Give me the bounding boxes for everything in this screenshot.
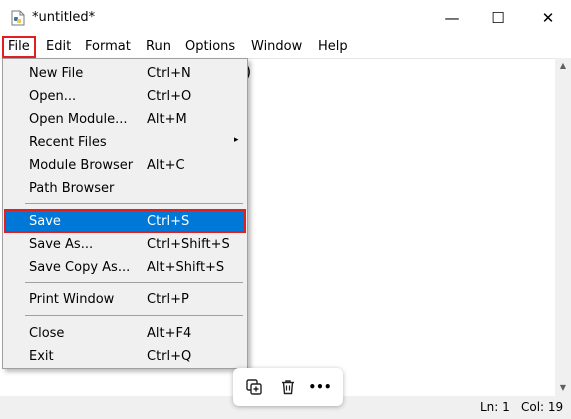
status-line: Ln: 1 <box>480 400 510 414</box>
minimize-button[interactable]: — <box>429 0 475 36</box>
menu-item-label: Exit <box>29 349 54 364</box>
menu-item-label: New File <box>29 66 84 81</box>
menu-item-shortcut: Ctrl+S <box>147 214 190 229</box>
menu-item-new-file[interactable]: New File Ctrl+N <box>5 62 245 84</box>
menu-item-path-browser[interactable]: Path Browser <box>5 177 245 199</box>
title-bar: *untitled* — ☐ ✕ <box>0 0 571 36</box>
menu-item-label: Module Browser <box>29 158 134 173</box>
menu-item-label: Save As... <box>29 237 94 252</box>
menu-item-shortcut: Ctrl+N <box>147 66 191 81</box>
menu-separator <box>25 203 243 204</box>
menu-item-shortcut: Alt+F4 <box>147 326 192 341</box>
menu-item-label: Open... <box>29 89 77 104</box>
menu-item-shortcut: Alt+Shift+S <box>147 260 225 275</box>
menu-item-label: Save <box>29 214 61 229</box>
menu-item-label: Save Copy As... <box>29 260 131 275</box>
menu-separator <box>25 315 243 316</box>
menu-separator <box>25 282 243 283</box>
menu-window[interactable]: Window <box>251 38 302 56</box>
scroll-up-arrow-icon[interactable]: ▲ <box>555 58 571 74</box>
menu-item-shortcut: Ctrl+Q <box>147 349 192 364</box>
window-title: *untitled* <box>32 10 96 25</box>
menu-item-label: Print Window <box>29 292 115 307</box>
menu-item-module-browser[interactable]: Module Browser Alt+C <box>5 154 245 176</box>
menu-item-exit[interactable]: Exit Ctrl+Q <box>5 345 245 367</box>
menu-file[interactable]: File <box>2 36 36 58</box>
menu-bar: File Edit Format Run Options Window Help <box>0 36 571 58</box>
menu-item-shortcut: Ctrl+P <box>147 292 189 307</box>
copy-icon <box>246 379 262 395</box>
delete-button[interactable] <box>277 376 299 398</box>
menu-item-label: Recent Files <box>29 135 107 150</box>
menu-item-shortcut: Ctrl+Shift+S <box>147 237 230 252</box>
menu-item-open-module[interactable]: Open Module... Alt+M <box>5 108 245 130</box>
menu-item-shortcut: Ctrl+O <box>147 89 192 104</box>
more-options-button[interactable]: ••• <box>309 376 332 398</box>
submenu-arrow-icon: ▸ <box>234 135 239 145</box>
menu-item-label: Close <box>29 326 65 341</box>
close-button[interactable]: ✕ <box>525 0 571 36</box>
scroll-down-arrow-icon[interactable]: ▼ <box>555 380 571 396</box>
floating-toolbar: ••• <box>233 368 343 406</box>
file-menu-dropdown: New File Ctrl+N Open... Ctrl+O Open Modu… <box>2 58 248 369</box>
menu-item-label: Path Browser <box>29 181 115 196</box>
maximize-button[interactable]: ☐ <box>475 0 521 36</box>
menu-item-label: Open Module... <box>29 112 128 127</box>
copy-button[interactable] <box>243 376 265 398</box>
status-column: Col: 19 <box>521 400 564 414</box>
menu-item-shortcut: Alt+M <box>147 112 187 127</box>
vertical-scrollbar[interactable]: ▲ ▼ <box>555 58 571 396</box>
menu-item-save-as[interactable]: Save As... Ctrl+Shift+S <box>5 233 245 255</box>
menu-item-save-copy-as[interactable]: Save Copy As... Alt+Shift+S <box>5 256 245 278</box>
menu-item-shortcut: Alt+C <box>147 158 185 173</box>
menu-edit[interactable]: Edit <box>46 38 71 56</box>
menu-item-print-window[interactable]: Print Window Ctrl+P <box>5 288 245 310</box>
python-file-icon <box>11 10 25 26</box>
menu-options[interactable]: Options <box>185 38 235 56</box>
menu-item-recent-files[interactable]: Recent Files ▸ <box>5 131 245 153</box>
menu-item-open[interactable]: Open... Ctrl+O <box>5 85 245 107</box>
trash-icon <box>282 380 294 395</box>
menu-run[interactable]: Run <box>146 38 171 56</box>
menu-item-close[interactable]: Close Alt+F4 <box>5 322 245 344</box>
menu-format[interactable]: Format <box>85 38 131 56</box>
menu-item-save[interactable]: Save Ctrl+S <box>4 209 246 233</box>
menu-help[interactable]: Help <box>318 38 348 56</box>
